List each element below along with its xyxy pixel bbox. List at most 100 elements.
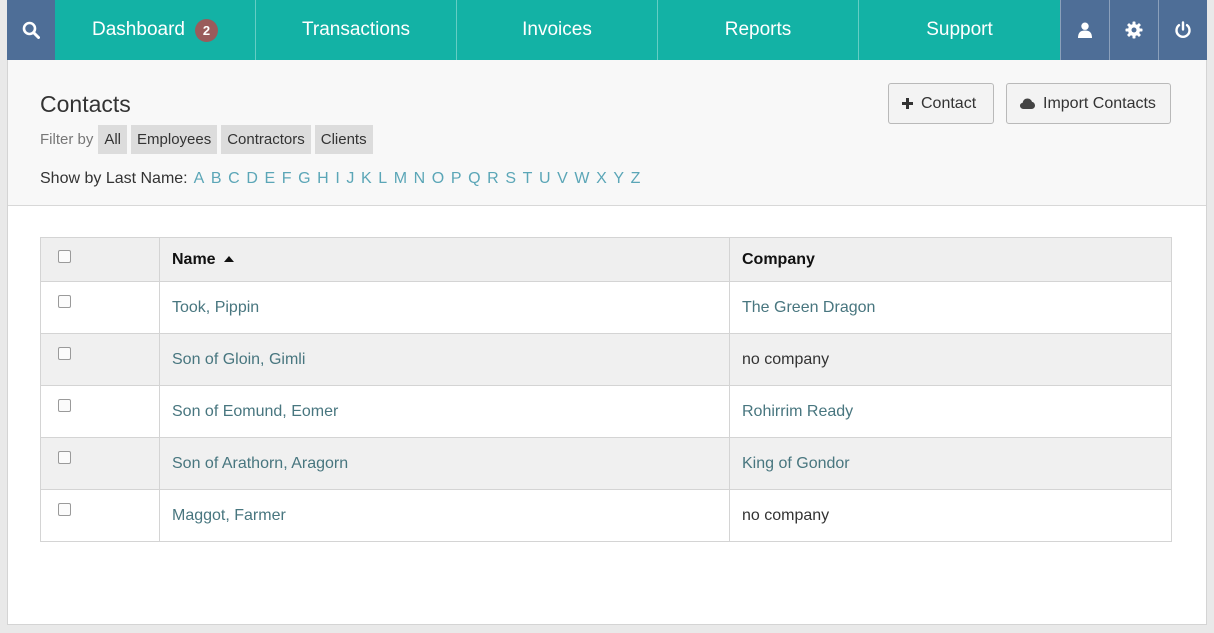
name-cell: Maggot, Farmer bbox=[159, 489, 730, 542]
company-link[interactable]: The Green Dragon bbox=[742, 299, 875, 316]
search-icon bbox=[22, 21, 40, 39]
row-checkbox[interactable] bbox=[58, 398, 71, 412]
letter-link-r[interactable]: R bbox=[487, 170, 499, 187]
letter-link-k[interactable]: K bbox=[361, 170, 372, 187]
company-text: no company bbox=[742, 506, 830, 524]
contact-name-link[interactable]: Took, Pippin bbox=[172, 299, 259, 316]
filter-employees[interactable]: Employees bbox=[131, 125, 218, 154]
company-cell: Rohirrim Ready bbox=[729, 385, 1172, 438]
name-cell: Son of Eomund, Eomer bbox=[159, 385, 730, 438]
row-checkbox-cell bbox=[40, 437, 160, 490]
letter-link-y[interactable]: Y bbox=[613, 170, 624, 187]
table-row: Took, Pippin The Green Dragon bbox=[40, 281, 1172, 334]
contacts-table: Name Company Took, Pippin The Green Drago… bbox=[40, 237, 1172, 542]
settings-button[interactable] bbox=[1109, 0, 1158, 60]
add-contact-button[interactable]: Contact bbox=[888, 83, 994, 124]
filter-contractors[interactable]: Contractors bbox=[221, 125, 311, 154]
name-column-header[interactable]: Name bbox=[159, 237, 730, 282]
user-icon bbox=[1078, 22, 1092, 38]
row-checkbox[interactable] bbox=[58, 346, 71, 360]
company-cell: King of Gondor bbox=[729, 437, 1172, 490]
select-all-checkbox[interactable] bbox=[58, 249, 71, 263]
tab-reports[interactable]: Reports bbox=[658, 0, 859, 60]
letter-link-i[interactable]: I bbox=[335, 170, 339, 187]
company-link[interactable]: Rohirrim Ready bbox=[742, 403, 853, 420]
tab-invoices[interactable]: Invoices bbox=[457, 0, 658, 60]
letter-link-c[interactable]: C bbox=[228, 170, 240, 187]
letter-link-g[interactable]: G bbox=[298, 170, 310, 187]
letter-link-h[interactable]: H bbox=[317, 170, 329, 187]
row-checkbox-cell bbox=[40, 281, 160, 334]
contact-name-link[interactable]: Son of Eomund, Eomer bbox=[172, 403, 338, 420]
company-link[interactable]: King of Gondor bbox=[742, 455, 850, 472]
letters-label: Show by Last Name: bbox=[40, 170, 188, 187]
tab-dashboard-label: Dashboard bbox=[92, 19, 185, 40]
company-cell: no company bbox=[729, 489, 1172, 542]
letter-link-b[interactable]: B bbox=[211, 170, 222, 187]
row-checkbox-cell bbox=[40, 489, 160, 542]
table-header-row: Name Company bbox=[40, 237, 1172, 282]
letter-link-o[interactable]: O bbox=[432, 170, 444, 187]
letter-link-n[interactable]: N bbox=[414, 170, 426, 187]
filter-label: Filter by bbox=[40, 131, 94, 148]
letter-links: ABCDEFGHIJKLMNOPQRSTUVWXYZ bbox=[194, 170, 647, 188]
company-column-label: Company bbox=[742, 250, 815, 268]
letter-link-s[interactable]: S bbox=[505, 170, 516, 187]
page-title: Contacts bbox=[40, 91, 131, 117]
gear-icon bbox=[1125, 21, 1143, 39]
top-nav: Dashboard 2 Transactions Invoices Report… bbox=[7, 0, 1207, 60]
letter-link-q[interactable]: Q bbox=[468, 170, 480, 187]
profile-button[interactable] bbox=[1060, 0, 1109, 60]
select-all-cell bbox=[40, 237, 160, 282]
table-row: Son of Gloin, Gimli no company bbox=[40, 333, 1172, 386]
import-contacts-button[interactable]: Import Contacts bbox=[1006, 83, 1171, 124]
letter-link-x[interactable]: X bbox=[596, 170, 607, 187]
logout-button[interactable] bbox=[1158, 0, 1207, 60]
row-checkbox[interactable] bbox=[58, 450, 71, 464]
contacts-panel: Contacts Filter by All Employees Contrac… bbox=[7, 60, 1207, 625]
letter-link-a[interactable]: A bbox=[194, 170, 205, 187]
letter-link-p[interactable]: P bbox=[451, 170, 462, 187]
filter-clients[interactable]: Clients bbox=[314, 125, 373, 154]
contact-name-link[interactable]: Son of Arathorn, Aragorn bbox=[172, 455, 348, 472]
contact-name-link[interactable]: Son of Gloin, Gimli bbox=[172, 351, 305, 368]
letter-link-m[interactable]: M bbox=[394, 170, 407, 187]
table-body: Took, Pippin The Green Dragon Son of Gloin… bbox=[40, 281, 1172, 542]
company-cell: no company bbox=[729, 333, 1172, 386]
letter-link-l[interactable]: L bbox=[378, 170, 387, 187]
panel-header: Contacts Filter by All Employees Contrac… bbox=[8, 60, 1206, 206]
row-checkbox-cell bbox=[40, 333, 160, 386]
letter-link-d[interactable]: D bbox=[246, 170, 258, 187]
notification-badge: 2 bbox=[194, 18, 218, 42]
tab-support-label: Support bbox=[926, 19, 993, 40]
cloud-icon bbox=[1020, 98, 1035, 109]
letter-link-e[interactable]: E bbox=[264, 170, 275, 187]
letter-link-u[interactable]: U bbox=[539, 170, 551, 187]
letter-link-z[interactable]: Z bbox=[631, 170, 641, 187]
row-checkbox[interactable] bbox=[58, 502, 71, 516]
company-column-header[interactable]: Company bbox=[729, 237, 1172, 282]
name-column-label: Name bbox=[172, 250, 216, 268]
letter-link-f[interactable]: F bbox=[282, 170, 292, 187]
filter-all[interactable]: All bbox=[98, 125, 128, 154]
letter-link-v[interactable]: V bbox=[557, 170, 568, 187]
nav-tabs: Dashboard 2 Transactions Invoices Report… bbox=[55, 0, 1060, 60]
search-button[interactable] bbox=[7, 0, 55, 60]
letter-link-j[interactable]: J bbox=[346, 170, 354, 187]
letter-link-t[interactable]: T bbox=[523, 170, 533, 187]
tab-support[interactable]: Support bbox=[859, 0, 1060, 60]
table-row: Son of Eomund, Eomer Rohirrim Ready bbox=[40, 385, 1172, 438]
row-checkbox[interactable] bbox=[58, 294, 71, 308]
tab-transactions[interactable]: Transactions bbox=[256, 0, 457, 60]
tab-dashboard[interactable]: Dashboard 2 bbox=[55, 0, 256, 60]
row-checkbox-cell bbox=[40, 385, 160, 438]
company-text: no company bbox=[742, 350, 830, 368]
contact-name-link[interactable]: Maggot, Farmer bbox=[172, 507, 286, 524]
tab-transactions-label: Transactions bbox=[301, 19, 411, 40]
tab-reports-label: Reports bbox=[724, 19, 792, 40]
power-icon bbox=[1175, 21, 1191, 39]
name-cell: Son of Arathorn, Aragorn bbox=[159, 437, 730, 490]
letter-link-w[interactable]: W bbox=[574, 170, 589, 187]
company-cell: The Green Dragon bbox=[729, 281, 1172, 334]
table-row: Maggot, Farmer no company bbox=[40, 489, 1172, 542]
